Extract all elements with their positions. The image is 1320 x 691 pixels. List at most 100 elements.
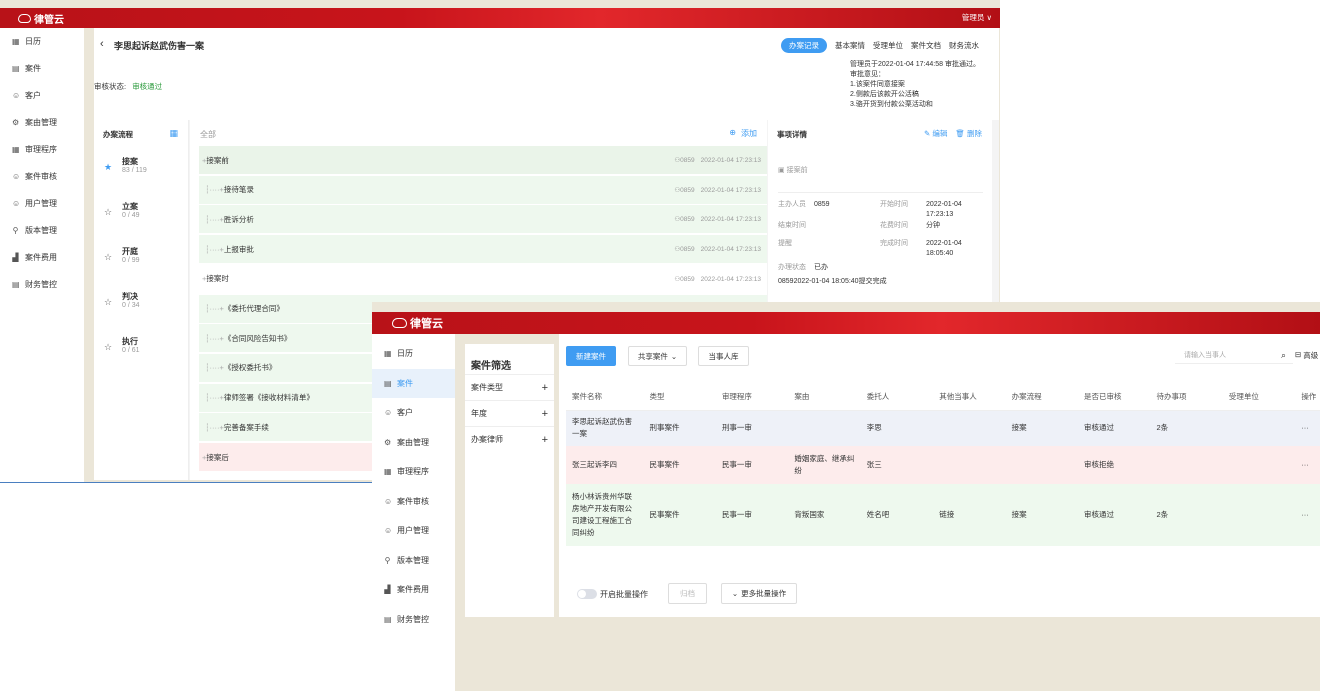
advanced-search-button[interactable]: ⊟ 高级 — [1295, 350, 1318, 361]
plus-icon: + — [541, 433, 548, 446]
task-row[interactable]: ┆····+ 上报审批 ⚇0859 2022-01-04 17:23:13 — [199, 235, 767, 265]
task-row[interactable]: ┆····+ 胜诉分析 ⚇0859 2022-01-04 17:23:13 — [199, 205, 767, 235]
delete-button[interactable]: 🗑 删除 — [955, 128, 982, 139]
share-case-dropdown[interactable]: 共享案件 ⌄ — [628, 346, 687, 366]
column-header[interactable]: 类型 — [644, 384, 716, 410]
table-cell — [933, 446, 1005, 484]
sidebar-item-cause-manage[interactable]: ⚙ 案由管理 — [0, 109, 84, 136]
sidebar-item-user-manage[interactable]: ☺ 用户管理 — [372, 516, 455, 546]
flow-stage-name[interactable]: 判决 — [122, 291, 138, 302]
flow-stage-name[interactable]: 立案 — [122, 201, 138, 212]
user-menu[interactable]: 管理员 ∨ — [962, 12, 992, 23]
sidebar-item-version-manage[interactable]: ⚲ 版本管理 — [372, 546, 455, 576]
tab-1[interactable]: 基本案情 — [835, 40, 865, 51]
more-batch-dropdown[interactable]: ⌄ 更多批量操作 — [721, 583, 797, 604]
flow-title: 办案流程 — [103, 130, 133, 139]
sidebar-item-case-review[interactable]: ☺ 案件审核 — [372, 487, 455, 517]
edit-button[interactable]: ✎ 编辑 — [924, 128, 947, 139]
sidebar-item-case-fee[interactable]: ▟ 案件费用 — [372, 575, 455, 605]
column-header: 待办事项 — [1156, 392, 1187, 402]
case-review-icon: ☺ — [384, 496, 393, 506]
version-manage-icon: ⚲ — [12, 226, 19, 235]
grid-icon[interactable]: ▦ — [169, 128, 178, 139]
sidebar-item-trial-procedure[interactable]: ▦ 审理程序 — [372, 457, 455, 487]
tab-4[interactable]: 财务流水 — [949, 40, 979, 51]
star-icon: ☆ — [104, 297, 113, 307]
table-cell: 张三起诉李四 — [572, 460, 617, 469]
filter-icon: ⊟ — [1295, 350, 1302, 359]
sidebar-item-calendar[interactable]: ▦ 日历 — [372, 339, 455, 369]
sidebar-item-case[interactable]: ▤ 案件 — [0, 55, 84, 82]
sidebar-item-case-fee[interactable]: ▟ 案件费用 — [0, 244, 84, 271]
more-actions-button[interactable]: ··· — [1295, 484, 1320, 546]
more-actions-button[interactable]: ··· — [1295, 410, 1320, 446]
flow-stage-name[interactable]: 开庭 — [122, 246, 138, 257]
sidebar-item-finance-control[interactable]: ▤ 财务管控 — [372, 605, 455, 635]
app-logo: 律管云 — [18, 11, 64, 26]
filter-item[interactable]: 年度 + — [465, 400, 554, 426]
flow-stage-name[interactable]: 接案 — [122, 156, 138, 167]
flow-stage-count: 0 / 34 — [122, 302, 140, 309]
batch-toggle[interactable] — [577, 589, 597, 599]
sidebar-item-trial-procedure[interactable]: ▦ 审理程序 — [0, 136, 84, 163]
tab-3[interactable]: 案件文档 — [911, 40, 941, 51]
new-case-button[interactable]: 新建案件 — [566, 346, 616, 366]
table-cell: 刑事案件 — [649, 423, 680, 433]
table-cell — [1150, 446, 1222, 484]
detail-column: 事项详情 ✎ 编辑 🗑 删除 ▣ 接案前 主办人员 0859 开始时间 2022-… — [768, 120, 992, 302]
party-library-button[interactable]: 当事人库 — [698, 346, 749, 366]
table-cell: 审核通过 — [1084, 423, 1115, 433]
sidebar-item-case-review[interactable]: ☺ 案件审核 — [0, 163, 84, 190]
tree-expand-icon: + — [202, 274, 207, 284]
sidebar-item-version-manage[interactable]: ⚲ 版本管理 — [0, 217, 84, 244]
tab-0[interactable]: 办案记录 — [781, 38, 827, 53]
calendar-icon: ▦ — [12, 37, 20, 46]
filter-item[interactable]: 案件类型 + — [465, 374, 554, 400]
archive-button[interactable]: 归档 — [668, 583, 707, 604]
top-bar: 律管云 管理员 ∨ — [0, 8, 1000, 28]
cloud-icon — [392, 318, 407, 328]
star-icon: ★ — [104, 162, 113, 172]
star-icon: ☆ — [104, 207, 113, 217]
flow-stage-count: 83 / 119 — [122, 167, 147, 174]
task-row[interactable]: ┆····+ 接待笔录 ⚇0859 2022-01-04 17:23:13 — [199, 175, 767, 205]
sidebar-item-client[interactable]: ☺ 客户 — [372, 398, 455, 428]
filter-item[interactable]: 办案律师 + — [465, 426, 554, 452]
user-manage-icon: ☺ — [384, 526, 393, 536]
add-task-button[interactable]: ⊕ 添加 — [729, 128, 757, 139]
table-row[interactable]: 李思起诉赵武伤害一案 刑事案件 刑事一审 李思 接案 审核通过 2条 ··· — [566, 410, 1320, 446]
chevron-down-icon: ⌄ — [731, 589, 739, 598]
sidebar-item-client[interactable]: ☺ 客户 — [0, 82, 84, 109]
star-icon: ☆ — [104, 252, 113, 262]
flow-stage-name[interactable]: 执行 — [122, 336, 138, 347]
tree-expand-icon: ┆····+ — [205, 393, 224, 403]
back-arrow-icon[interactable]: ‹ — [100, 38, 104, 50]
search-icon[interactable]: ⌕ — [1281, 350, 1286, 361]
table-row[interactable]: 张三起诉李四 民事案件 民事一审 婚姻家庭、继承纠纷 张三 审核拒绝 ··· — [566, 446, 1320, 484]
table-row[interactable]: 杨小林诉贵州华联房地产开发有限公司建设工程施工合同纠纷 民事案件 民事一审 背叛国家 姓… — [566, 484, 1320, 546]
table-header: 案件名称 类型 审理程序 案由 委托人 其他当事人 办案流程 是否已审核 待办事项 受理单位 操作 — [566, 384, 1320, 410]
case-fee-icon: ▟ — [12, 253, 19, 262]
task-row[interactable]: + 接案时 ⚇0859 2022-01-04 17:23:13 — [199, 264, 767, 294]
version-manage-icon: ⚲ — [384, 555, 391, 565]
chevron-down-icon: ∨ — [986, 13, 993, 22]
all-filter[interactable]: 全部 — [200, 129, 216, 140]
tree-expand-icon: ┆····+ — [205, 244, 224, 254]
sidebar-item-finance-control[interactable]: ▤ 财务管控 — [0, 271, 84, 298]
sidebar-item-user-manage[interactable]: ☺ 用户管理 — [0, 190, 84, 217]
task-meta: ⚇0859 2022-01-04 17:23:13 — [674, 157, 761, 164]
table-cell — [1006, 446, 1078, 484]
more-actions-button[interactable]: ··· — [1295, 446, 1320, 484]
case-fee-icon: ▟ — [384, 585, 391, 595]
sidebar-item-calendar[interactable]: ▦ 日历 — [0, 28, 84, 55]
task-row[interactable]: + 接案前 ⚇0859 2022-01-04 17:23:13 — [199, 146, 767, 175]
user-manage-icon: ☺ — [12, 199, 21, 208]
sidebar: ▦ 日历 ▤ 案件 ☺ 客户 ⚙ 案由管理 ▦ 审理程序 ☺ 案件审核 ☺ 用户管理 ⚲ 版本管理 ▟ 案件费用 ▤… — [0, 28, 84, 482]
sidebar-item-case[interactable]: ▤ 案件 — [372, 368, 455, 398]
column-header: 委托人 — [866, 392, 890, 402]
case-icon: ▤ — [12, 64, 20, 73]
search-input[interactable]: 请输入当事人 — [1175, 348, 1293, 364]
sidebar-item-cause-manage[interactable]: ⚙ 案由管理 — [372, 428, 455, 458]
tab-2[interactable]: 受理单位 — [873, 40, 903, 51]
table-cell: 审核拒绝 — [1084, 460, 1115, 469]
